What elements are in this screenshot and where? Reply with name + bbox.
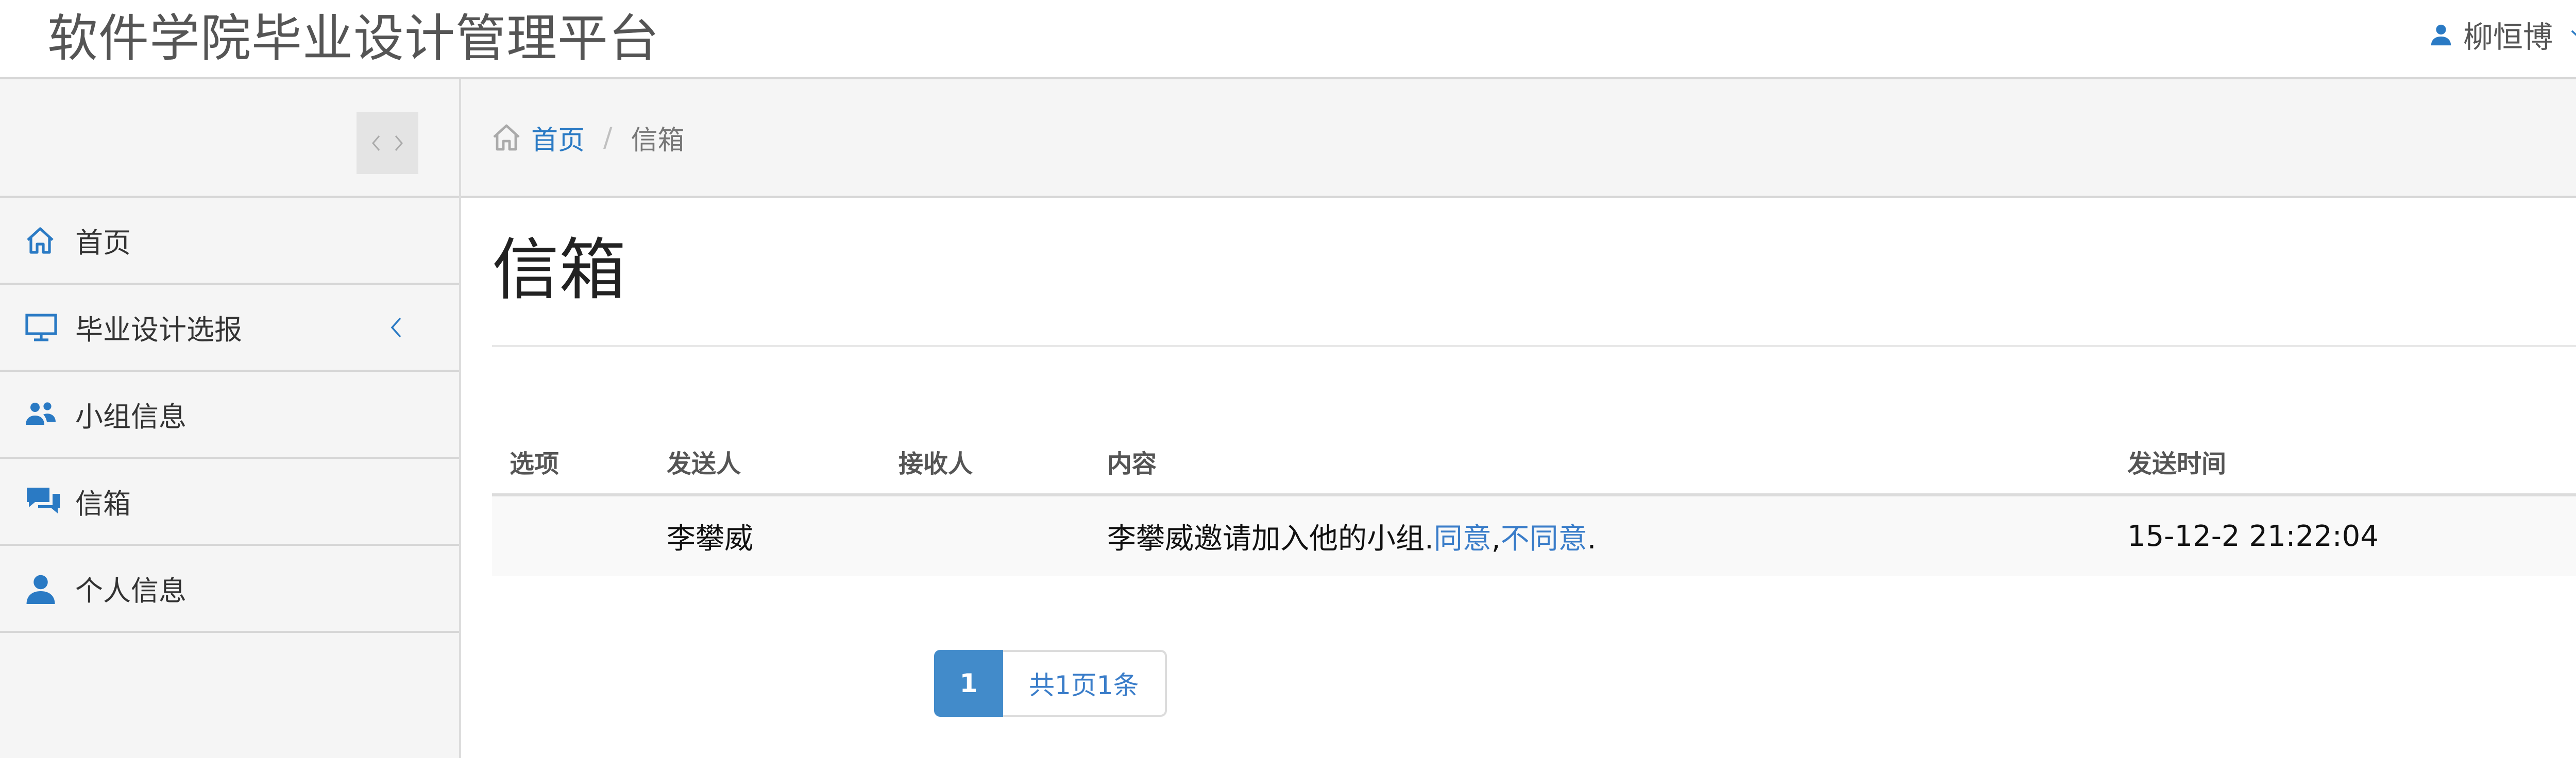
chevron-left-icon — [372, 135, 380, 151]
sidebar-item-group-info[interactable]: 小组信息 — [0, 372, 459, 459]
sidebar-item-label: 首页 — [75, 227, 131, 259]
page-summary[interactable]: 共1页1条 — [1003, 650, 1167, 717]
column-header-time: 发送时间 — [2127, 450, 2227, 478]
chevron-down-icon — [2570, 29, 2576, 40]
sidebar-item-home[interactable]: 首页 — [0, 198, 459, 285]
app-title[interactable]: 软件学院毕业设计管理平台 — [47, 5, 659, 72]
mailbox-table: 选项 发送人 接收人 内容 发送时间 李攀威 李攀威邀请加入他的小组.同意,不同… — [492, 429, 2576, 576]
top-navbar: 软件学院毕业设计管理平台 柳恒博 — [0, 0, 2576, 79]
column-header-content: 内容 — [1107, 450, 1157, 478]
cell-content: 李攀威邀请加入他的小组.同意,不同意. — [1090, 515, 2110, 557]
sidebar-item-mailbox[interactable]: 信箱 — [0, 459, 459, 546]
sidebar: 首页 毕业设计选报 小组信息 信箱 个人信息 — [0, 79, 461, 758]
page-title: 信箱 — [492, 231, 626, 309]
home-icon — [491, 123, 522, 152]
breadcrumb-home-link[interactable]: 首页 — [491, 118, 585, 157]
user-name: 柳恒博 — [2463, 20, 2553, 55]
cell-sender: 李攀威 — [667, 522, 753, 556]
pagination: 1 共1页1条 — [934, 650, 1167, 717]
period-text: . — [1587, 522, 1597, 556]
breadcrumb: 首页 / 信箱 — [461, 79, 2576, 198]
table-row: 李攀威 李攀威邀请加入他的小组.同意,不同意. 15-12-2 21:22:04 — [492, 496, 2576, 576]
user-icon — [25, 571, 67, 607]
monitor-icon — [25, 309, 67, 346]
chevron-right-icon — [395, 135, 403, 151]
sidebar-item-label: 小组信息 — [75, 401, 187, 433]
accept-link[interactable]: 同意 — [1434, 522, 1492, 556]
sidebar-collapse-button[interactable] — [357, 112, 418, 174]
sidebar-item-label: 毕业设计选报 — [75, 314, 242, 346]
sidebar-item-label: 信箱 — [75, 488, 131, 520]
user-icon — [2429, 23, 2453, 46]
users-icon — [25, 397, 67, 433]
column-header-receiver: 接收人 — [899, 450, 973, 478]
column-header-sender: 发送人 — [667, 450, 741, 478]
sidebar-toggle-zone — [0, 79, 459, 198]
chat-icon — [25, 484, 67, 520]
breadcrumb-separator: / — [603, 122, 613, 153]
main-content: 信箱 选项 发送人 接收人 内容 发送时间 李攀威 李攀威邀请加入他的小组.同意… — [492, 198, 2576, 758]
user-menu[interactable]: 柳恒博 — [2429, 11, 2576, 58]
breadcrumb-current: 信箱 — [631, 125, 685, 156]
sidebar-item-thesis-selection[interactable]: 毕业设计选报 — [0, 285, 459, 372]
message-text: 李攀威邀请加入他的小组. — [1107, 522, 1434, 556]
page-1-button[interactable]: 1 — [934, 650, 1003, 717]
divider — [492, 345, 2576, 347]
comma-text: , — [1491, 522, 1501, 556]
sidebar-item-label: 个人信息 — [75, 575, 187, 607]
cell-time: 15-12-2 21:22:04 — [2127, 519, 2379, 553]
breadcrumb-home-label: 首页 — [531, 125, 585, 156]
reject-link[interactable]: 不同意 — [1501, 522, 1587, 556]
column-header-option: 选项 — [510, 450, 560, 478]
sidebar-item-personal-info[interactable]: 个人信息 — [0, 546, 459, 633]
chevron-left-icon — [390, 316, 402, 339]
table-header: 选项 发送人 接收人 内容 发送时间 — [492, 429, 2576, 496]
home-icon — [25, 222, 67, 259]
